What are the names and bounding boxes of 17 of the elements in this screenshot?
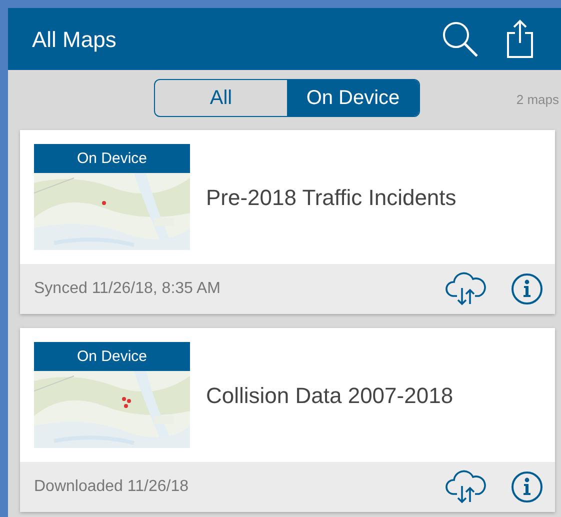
share-icon[interactable] — [505, 19, 535, 59]
info-icon[interactable] — [511, 471, 543, 503]
map-title: Pre-2018 Traffic Incidents — [206, 184, 456, 212]
status-badge: On Device — [34, 144, 190, 173]
map-count: 2 maps — [516, 91, 559, 109]
info-icon[interactable] — [511, 273, 543, 305]
status-badge: On Device — [34, 342, 190, 371]
sync-status: Synced 11/26/18, 8:35 AM — [34, 279, 220, 299]
sync-status: Downloaded 11/26/18 — [34, 477, 188, 497]
map-card[interactable]: On Device Collision Data 2007-2018 Downloaded 11/26/18 — [20, 328, 555, 512]
map-title: Collision Data 2007-2018 — [206, 382, 454, 410]
segment-tab[interactable]: All — [155, 80, 287, 116]
cloud-sync-icon[interactable] — [445, 272, 487, 306]
cloud-sync-icon[interactable] — [445, 470, 487, 504]
map-card[interactable]: On Device Pre-2018 Traffic Incidents Synced 11/26/18, 8:35 AM — [20, 130, 555, 314]
segment-tab[interactable]: On Device — [287, 80, 419, 116]
page-title: All Maps — [32, 26, 116, 54]
